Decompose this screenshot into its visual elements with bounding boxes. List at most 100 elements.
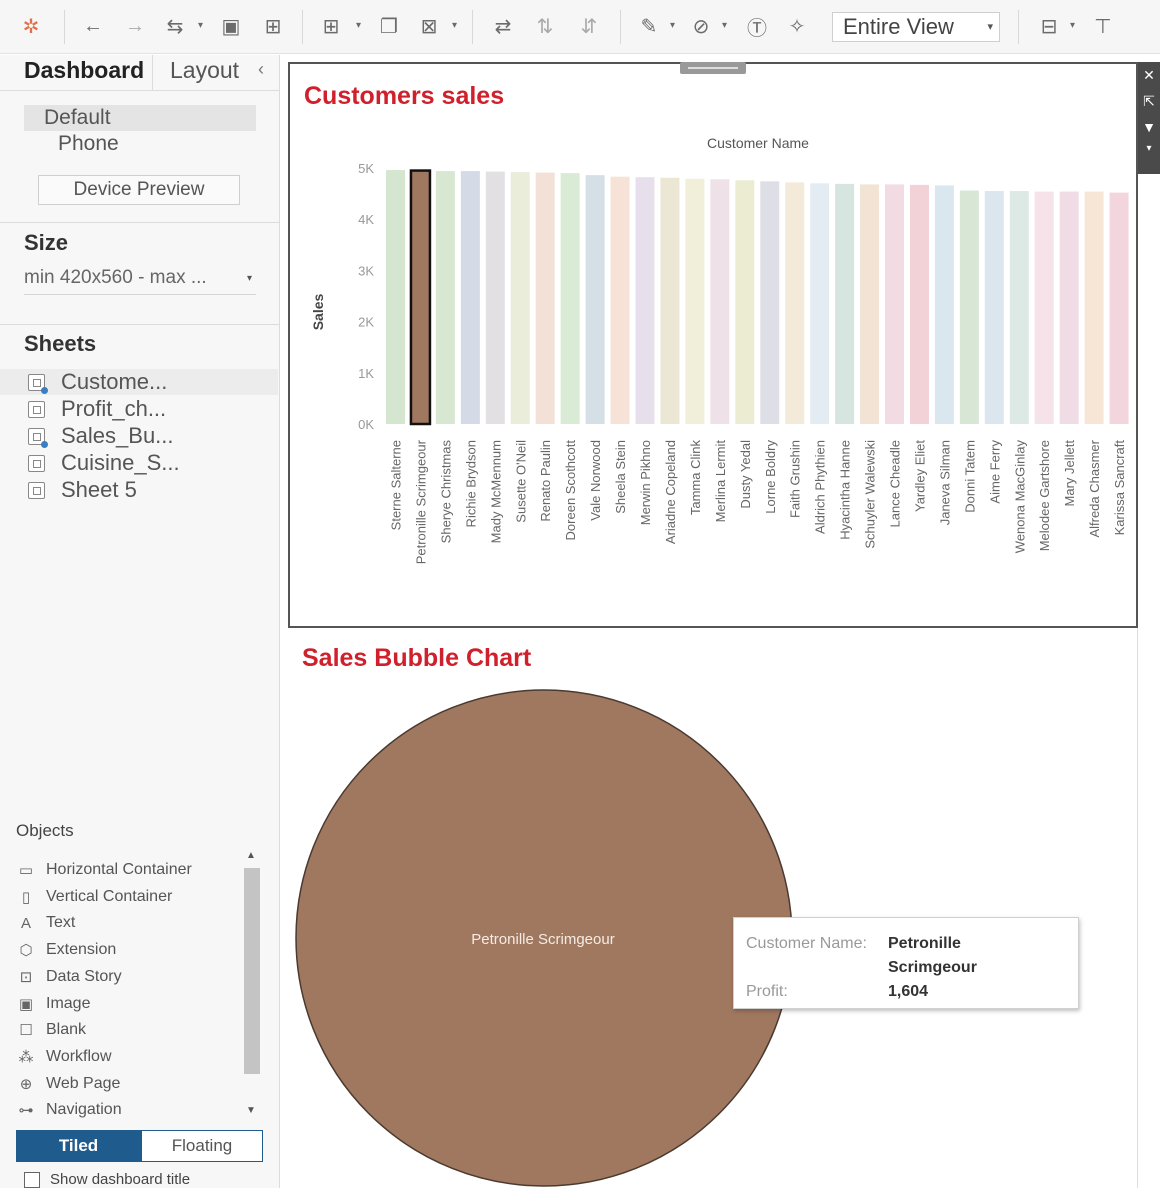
tiled-button[interactable]: Tiled — [16, 1130, 141, 1162]
new-worksheet-icon[interactable]: ⊞ — [318, 13, 344, 39]
bar[interactable] — [959, 190, 979, 424]
sheet-item[interactable]: Sheet 5 — [28, 477, 137, 503]
bar[interactable] — [785, 182, 805, 424]
x-tick-label[interactable]: Richie Brydson — [463, 440, 478, 527]
object-item[interactable]: ▭ Horizontal Container — [18, 858, 192, 882]
x-tick-label[interactable]: Sheela Stein — [613, 440, 628, 514]
object-item[interactable]: ⊡ Data Story — [18, 965, 122, 989]
bar[interactable] — [635, 177, 655, 424]
sheet-item[interactable]: Sales_Bu... — [28, 423, 174, 449]
x-tick-label[interactable]: Mary Jellett — [1062, 440, 1077, 507]
x-tick-label[interactable]: Susette O'Neil — [513, 440, 528, 523]
bar[interactable] — [860, 184, 880, 424]
size-select[interactable]: min 420x560 - max ... ▾ — [24, 267, 256, 295]
clear-sheet-icon[interactable]: ⊠ — [416, 13, 442, 39]
x-tick-label[interactable]: Karissa Sancraft — [1112, 440, 1127, 536]
bar[interactable] — [1109, 192, 1129, 424]
objects-scrollbar[interactable]: ▲ ▼ — [244, 848, 260, 1120]
x-tick-label[interactable]: Merwin Pikhno — [638, 440, 653, 525]
device-preview-button[interactable]: Device Preview — [38, 175, 240, 205]
tab-layout[interactable]: Layout — [170, 57, 239, 84]
bar[interactable] — [934, 185, 954, 424]
bar[interactable] — [735, 180, 755, 424]
x-tick-label[interactable]: Doreen Scothcott — [563, 440, 578, 541]
bar[interactable] — [610, 176, 630, 424]
scroll-up-icon[interactable]: ▲ — [246, 850, 256, 861]
pin-icon[interactable]: ✧ — [784, 13, 810, 39]
filter-icon[interactable]: ▼ — [1138, 114, 1160, 140]
save-icon[interactable]: ▣ — [218, 13, 244, 39]
x-tick-label[interactable]: Alfreda Chasmer — [1087, 439, 1102, 537]
bar[interactable] — [435, 171, 455, 424]
presentation-icon[interactable]: ⊤ — [1090, 13, 1116, 39]
x-tick-label[interactable]: Tamma Clink — [688, 440, 703, 516]
x-tick-label[interactable]: Faith Grushin — [788, 440, 803, 518]
x-tick-label[interactable]: Dusty Yedal — [738, 440, 753, 509]
bar[interactable] — [984, 191, 1004, 424]
show-me-icon[interactable]: ⊟ — [1036, 13, 1062, 39]
bar[interactable] — [585, 175, 605, 424]
bar[interactable] — [386, 170, 405, 424]
bar[interactable] — [510, 172, 530, 424]
group-dropdown-icon[interactable]: ▾ — [722, 20, 727, 31]
bar[interactable] — [1009, 191, 1029, 424]
x-tick-label[interactable]: Petronille Scrimgeour — [413, 439, 428, 564]
device-default[interactable]: Default — [24, 105, 256, 131]
x-tick-label[interactable]: Renato Paulin — [538, 440, 553, 522]
sheet-item[interactable]: Profit_ch... — [28, 396, 166, 422]
scroll-down-icon[interactable]: ▼ — [246, 1105, 256, 1116]
clear-dropdown-icon[interactable]: ▾ — [452, 20, 457, 31]
swap-dropdown-icon[interactable]: ▾ — [198, 20, 203, 31]
sheet-item[interactable]: Custome... — [0, 369, 278, 395]
object-item[interactable]: ⊕ Web Page — [18, 1072, 121, 1096]
new-datasource-icon[interactable]: ⊞ — [260, 13, 286, 39]
object-item[interactable]: ▯ Vertical Container — [18, 885, 172, 909]
show-me-dropdown-icon[interactable]: ▾ — [1070, 20, 1075, 31]
go-to-sheet-icon[interactable]: ⇱ — [1138, 88, 1160, 114]
bar[interactable] — [485, 171, 505, 424]
duplicate-icon[interactable]: ❐ — [376, 13, 402, 39]
group-icon[interactable]: ⊘ — [688, 13, 714, 39]
close-icon[interactable]: ✕ — [1138, 62, 1160, 88]
bar[interactable] — [409, 169, 432, 426]
floating-button[interactable]: Floating — [141, 1130, 263, 1162]
new-worksheet-dropdown-icon[interactable]: ▾ — [356, 20, 361, 31]
object-item[interactable]: ☐ Blank — [18, 1018, 86, 1042]
sales-bubble-sheet[interactable]: Sales Bubble Chart Petronille Scrimgeour — [288, 628, 1138, 1188]
bar[interactable] — [560, 173, 580, 424]
object-item[interactable]: ▣ Image — [18, 992, 91, 1016]
bar[interactable] — [885, 184, 904, 424]
x-tick-label[interactable]: Merlina Lermit — [713, 440, 728, 523]
x-tick-label[interactable]: Mady McMennum — [488, 440, 503, 543]
tableau-logo-icon[interactable]: ✲ — [18, 13, 44, 39]
highlight-dropdown-icon[interactable]: ▾ — [670, 20, 675, 31]
bar[interactable] — [1034, 191, 1054, 424]
show-dashboard-title-option[interactable]: Show dashboard title — [24, 1171, 190, 1188]
fit-view-select[interactable]: Entire View ▾ — [832, 12, 1000, 42]
object-item[interactable]: ⬡ Extension — [18, 938, 116, 962]
swap-icon[interactable]: ⇆ — [162, 13, 188, 39]
bar[interactable] — [909, 184, 929, 424]
x-tick-label[interactable]: Hyacintha Hanne — [838, 440, 853, 540]
tab-dashboard[interactable]: Dashboard — [24, 57, 144, 84]
label-icon[interactable]: Ⓣ — [744, 13, 770, 40]
bar[interactable] — [1084, 191, 1104, 424]
object-item[interactable]: ⊶ Navigation — [18, 1098, 122, 1122]
x-tick-label[interactable]: Donni Tatem — [962, 440, 977, 513]
object-item[interactable]: A Text — [18, 911, 75, 935]
x-tick-label[interactable]: Vale Norwood — [588, 440, 603, 521]
sheet-item[interactable]: Cuisine_S... — [28, 450, 180, 476]
bar[interactable] — [535, 172, 555, 424]
x-tick-label[interactable]: Lance Cheadle — [888, 440, 903, 527]
collapse-panel-icon[interactable]: ‹ — [258, 59, 264, 80]
bar[interactable] — [760, 181, 780, 424]
x-tick-label[interactable]: Lorne Boldry — [763, 440, 778, 514]
redo-icon[interactable]: → — [122, 13, 148, 39]
x-tick-label[interactable]: Yardley Eliet — [912, 440, 927, 512]
sort-descending-icon[interactable]: ⇵ — [576, 13, 602, 39]
show-title-checkbox[interactable] — [24, 1171, 40, 1188]
x-tick-label[interactable]: Janeva Silman — [937, 440, 952, 525]
device-phone[interactable]: Phone — [58, 132, 119, 156]
bar[interactable] — [460, 171, 480, 424]
swap-axes-icon[interactable]: ⇄ — [490, 13, 516, 39]
